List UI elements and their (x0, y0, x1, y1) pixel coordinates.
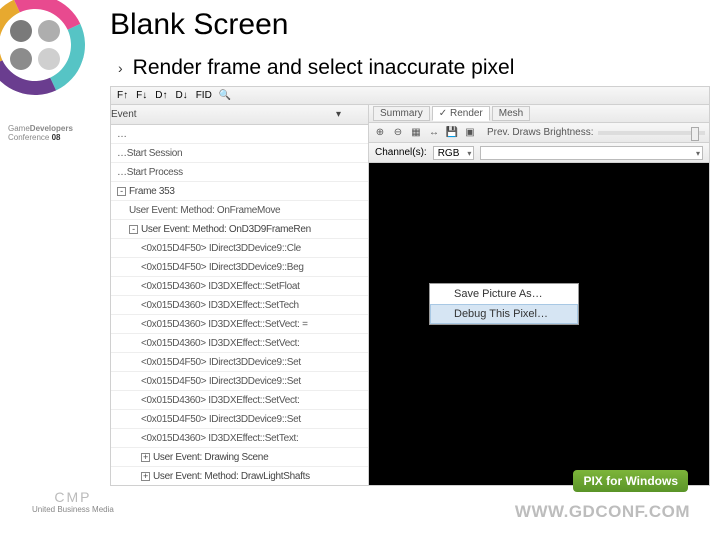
ctx-debug-pixel[interactable]: Debug This Pixel… (430, 304, 578, 324)
event-text: Frame 353 (129, 186, 175, 197)
expander-icon[interactable]: + (141, 472, 150, 481)
event-text: <0x015D4360> ID3DXEffect::SetTech (141, 300, 299, 311)
channels-label: Channel(s): (375, 147, 427, 158)
event-text: <0x015D4F50> IDirect3DDevice9::Set (141, 414, 301, 425)
event-text: …Start Process (117, 167, 183, 178)
zoom-out-icon[interactable]: ⊖ (391, 126, 405, 140)
event-row[interactable]: …Start Process (111, 163, 368, 182)
event-text: <0x015D4360> ID3DXEffect::SetVect: (141, 338, 300, 349)
toolbar-btn[interactable]: D↓ (173, 90, 189, 101)
event-text: <0x015D4F50> IDirect3DDevice9::Beg (141, 262, 304, 273)
top-toolbar: F↑ F↓ D↑ D↓ FID 🔍 (111, 87, 709, 105)
zoom-in-icon[interactable]: ⊕ (373, 126, 387, 140)
event-row[interactable]: <0x015D4F50> IDirect3DDevice9::Set (111, 372, 368, 391)
event-header: Event ▾ (111, 105, 368, 125)
event-text: User Event: Method: OnD3D9FrameRen (141, 224, 311, 235)
tab-render[interactable]: ✓ Render (432, 106, 490, 121)
context-menu: Save Picture As… Debug This Pixel… (429, 283, 579, 325)
gdconf-url: WWW.GDCONF.COM (515, 502, 690, 522)
channels-combo[interactable]: RGB (433, 146, 475, 160)
event-text: <0x015D4360> ID3DXEffect::SetFloat (141, 281, 300, 292)
toolbar-btn[interactable]: F↓ (134, 90, 149, 101)
event-row[interactable]: <0x015D4360> ID3DXEffect::SetVect: = (111, 315, 368, 334)
event-row[interactable]: …Start Session (111, 144, 368, 163)
toolbar-btn[interactable]: D↑ (153, 90, 169, 101)
gdc-label: GameDevelopersConference 08 (8, 124, 73, 142)
checkmark-icon: ✓ (439, 108, 450, 119)
expander-icon[interactable]: + (141, 453, 150, 462)
render-pane: Summary ✓ Render Mesh ⊕ ⊖ ▦ ↔ 💾 ▣ Prev. … (369, 105, 709, 485)
bullet-text: Render frame and select inaccurate pixel (133, 56, 515, 80)
event-text: <0x015D4F50> IDirect3DDevice9::Set (141, 376, 301, 387)
event-header-label: Event (111, 109, 137, 120)
event-row[interactable]: <0x015D4360> ID3DXEffect::SetTech (111, 296, 368, 315)
pix-badge: PIX for Windows (573, 470, 688, 492)
cmp-logo: CMP United Business Media (32, 489, 114, 514)
picture-icon[interactable]: ▣ (463, 126, 477, 140)
event-row[interactable]: +User Event: Method: DrawLightShafts (111, 467, 368, 485)
target-combo[interactable] (480, 146, 703, 160)
pix-app-window: F↑ F↓ D↑ D↓ FID 🔍 Event ▾ … …Start Sessio… (110, 86, 710, 486)
search-icon[interactable]: 🔍 (218, 89, 232, 103)
event-row[interactable]: <0x015D4360> ID3DXEffect::SetVect: (111, 391, 368, 410)
event-row[interactable]: <0x015D4360> ID3DXEffect::SetText: (111, 429, 368, 448)
event-row[interactable]: <0x015D4360> ID3DXEffect::SetVect: (111, 334, 368, 353)
expander-icon[interactable]: - (117, 187, 126, 196)
ctx-save-picture[interactable]: Save Picture As… (430, 284, 578, 304)
dropdown-icon[interactable]: ▾ (336, 109, 348, 120)
event-row[interactable]: <0x015D4F50> IDirect3DDevice9::Cle (111, 239, 368, 258)
grid-icon[interactable]: ▦ (409, 126, 423, 140)
tab-mesh[interactable]: Mesh (492, 106, 530, 121)
slide-bullet: › Render frame and select inaccurate pix… (118, 56, 514, 80)
toolbar-btn[interactable]: F↑ (115, 90, 130, 101)
event-row[interactable]: -User Event: Method: OnD3D9FrameRen (111, 220, 368, 239)
event-list[interactable]: ……Start Session…Start Process-Frame 353U… (111, 125, 368, 485)
event-text: <0x015D4360> ID3DXEffect::SetText: (141, 433, 299, 444)
event-row[interactable]: <0x015D4F50> IDirect3DDevice9::Set (111, 353, 368, 372)
fit-icon[interactable]: ↔ (427, 126, 441, 140)
expander-icon[interactable]: - (129, 225, 138, 234)
slide-title: Blank Screen (110, 8, 288, 42)
event-text: <0x015D4360> ID3DXEffect::SetVect: (141, 395, 300, 406)
event-row[interactable]: <0x015D4360> ID3DXEffect::SetFloat (111, 277, 368, 296)
event-text: <0x015D4F50> IDirect3DDevice9::Cle (141, 243, 301, 254)
bullet-icon: › (118, 60, 123, 76)
channel-toolbar: Channel(s): RGB (369, 143, 709, 163)
event-text: <0x015D4360> ID3DXEffect::SetVect: = (141, 319, 308, 330)
event-text: … (117, 129, 127, 140)
event-text: User Event: Method: DrawLightShafts (153, 471, 310, 482)
brightness-label: Prev. Draws Brightness: (487, 127, 594, 138)
render-toolbar: ⊕ ⊖ ▦ ↔ 💾 ▣ Prev. Draws Brightness: (369, 123, 709, 143)
tab-summary[interactable]: Summary (373, 106, 430, 121)
event-row[interactable]: <0x015D4F50> IDirect3DDevice9::Set (111, 410, 368, 429)
save-icon[interactable]: 💾 (445, 126, 459, 140)
event-row[interactable]: -Frame 353 (111, 182, 368, 201)
event-pane: Event ▾ ……Start Session…Start Process-Fr… (111, 105, 369, 485)
render-viewport[interactable]: Save Picture As… Debug This Pixel… (369, 163, 709, 485)
event-row[interactable]: <0x015D4F50> IDirect3DDevice9::Beg (111, 258, 368, 277)
event-text: <0x015D4F50> IDirect3DDevice9::Set (141, 357, 301, 368)
event-row[interactable]: … (111, 125, 368, 144)
event-text: User Event: Method: OnFrameMove (129, 205, 280, 216)
conference-logo (0, 0, 90, 100)
event-row[interactable]: User Event: Method: OnFrameMove (111, 201, 368, 220)
event-text: User Event: Drawing Scene (153, 452, 268, 463)
tab-bar: Summary ✓ Render Mesh (369, 105, 709, 123)
event-row[interactable]: +User Event: Drawing Scene (111, 448, 368, 467)
brightness-slider[interactable] (598, 131, 705, 135)
toolbar-btn[interactable]: FID (194, 90, 214, 101)
event-text: …Start Session (117, 148, 182, 159)
